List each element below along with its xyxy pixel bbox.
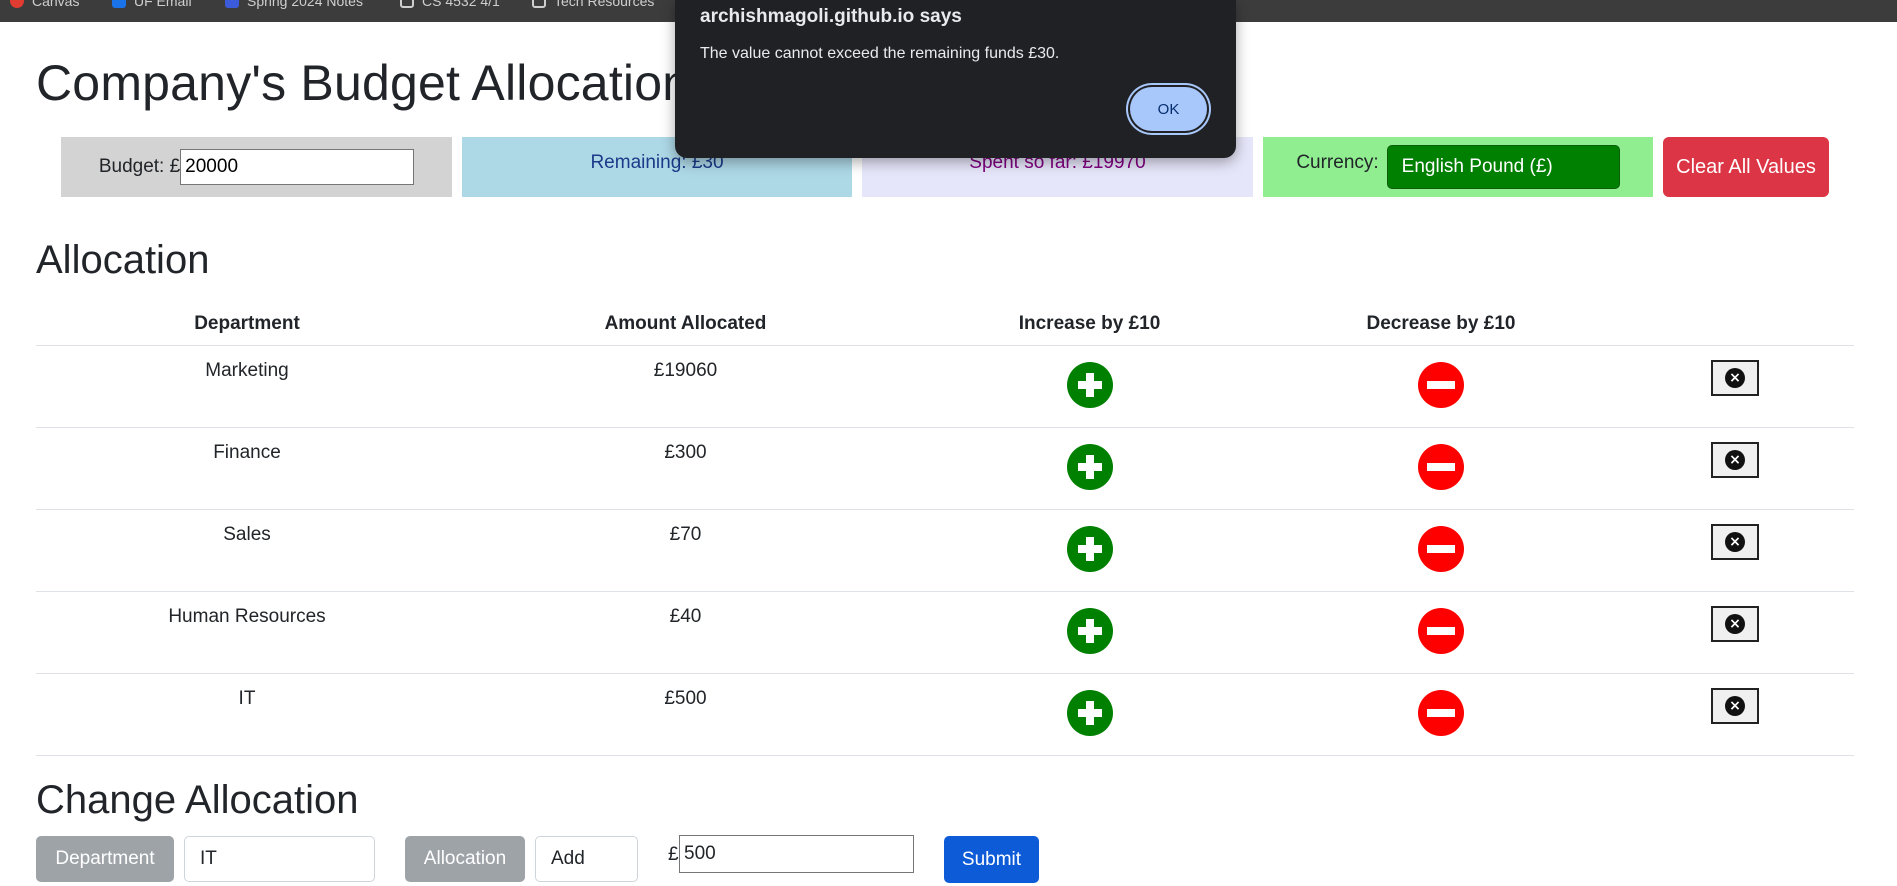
budget-input[interactable] xyxy=(180,149,415,185)
col-department: Department xyxy=(36,303,458,346)
folder-icon xyxy=(532,0,546,8)
amount-cell: £70 xyxy=(458,509,913,592)
page-title: Company's Budget Allocation xyxy=(36,55,691,111)
department-cell: IT xyxy=(36,673,458,756)
department-cell: Finance xyxy=(36,427,458,510)
minus-icon xyxy=(1427,380,1455,389)
minus-icon xyxy=(1427,544,1455,553)
budget-box: Budget: £ xyxy=(61,137,452,197)
increase-button[interactable] xyxy=(1066,607,1113,654)
table-row: Finance £300 × xyxy=(36,427,1854,510)
amount-cell: £40 xyxy=(458,591,913,674)
delete-button[interactable]: × xyxy=(1711,523,1759,560)
currency-label: Currency: xyxy=(1296,152,1379,173)
currency-select[interactable]: English Pound (£) xyxy=(1386,145,1620,189)
close-icon: × xyxy=(1725,449,1745,470)
col-amount: Amount Allocated xyxy=(458,303,913,346)
delete-button[interactable]: × xyxy=(1711,359,1759,396)
decrease-button[interactable] xyxy=(1418,607,1464,654)
close-icon: × xyxy=(1725,367,1745,388)
ok-button[interactable]: OK xyxy=(1130,87,1207,131)
delete-button[interactable]: × xyxy=(1711,605,1759,642)
currency-box: Currency: English Pound (£) xyxy=(1263,137,1653,197)
department-label: Department xyxy=(36,836,174,882)
col-delete xyxy=(1616,303,1854,346)
dialog-message: The value cannot exceed the remaining fu… xyxy=(700,45,1060,62)
minus-icon xyxy=(1427,708,1455,717)
decrease-button[interactable] xyxy=(1418,443,1464,490)
plus-icon xyxy=(1077,372,1102,397)
canvas-icon xyxy=(10,0,24,8)
table-row: IT £500 × xyxy=(36,673,1854,756)
table-row: Sales £70 × xyxy=(36,509,1854,592)
plus-icon xyxy=(1077,700,1102,725)
minus-icon xyxy=(1427,462,1455,471)
alert-dialog: archishmagoli.github.io says The value c… xyxy=(675,0,1236,158)
bookmark-tech-resources[interactable]: Tech Resources xyxy=(532,0,654,9)
dialog-title: archishmagoli.github.io says xyxy=(700,6,962,27)
minus-icon xyxy=(1427,626,1455,635)
delete-button[interactable]: × xyxy=(1711,687,1759,724)
bookmark-canvas[interactable]: Canvas xyxy=(10,0,79,9)
increase-button[interactable] xyxy=(1066,525,1113,572)
bookmark-cs-4532[interactable]: CS 4532 4/1 xyxy=(400,0,500,9)
close-icon: × xyxy=(1725,695,1745,716)
onenote-icon xyxy=(225,0,239,8)
increase-button[interactable] xyxy=(1066,361,1113,408)
amount-input[interactable]: 500 xyxy=(679,835,914,873)
plus-icon xyxy=(1077,618,1102,643)
table-row: Human Resources £40 × xyxy=(36,591,1854,674)
department-cell: Marketing xyxy=(36,345,458,428)
department-cell: Sales xyxy=(36,509,458,592)
amount-cell: £300 xyxy=(458,427,913,510)
amount-cell: £500 xyxy=(458,673,913,756)
allocation-table: Department Amount Allocated Increase by … xyxy=(36,303,1854,756)
submit-button[interactable]: Submit xyxy=(944,836,1039,883)
increase-button[interactable] xyxy=(1066,443,1113,490)
allocation-type-select[interactable]: Add xyxy=(535,836,638,882)
plus-icon xyxy=(1077,454,1102,479)
table-header-row: Department Amount Allocated Increase by … xyxy=(36,303,1854,346)
close-icon: × xyxy=(1725,531,1745,552)
department-select[interactable]: IT xyxy=(184,836,375,882)
allocation-heading: Allocation xyxy=(36,238,210,282)
plus-icon xyxy=(1077,536,1102,561)
amount-cell: £19060 xyxy=(458,345,913,428)
col-increase: Increase by £10 xyxy=(913,303,1266,346)
bookmark-uf-email[interactable]: UF Email xyxy=(112,0,192,9)
allocation-label: Allocation xyxy=(405,836,525,882)
table-row: Marketing £19060 × xyxy=(36,345,1854,428)
department-cell: Human Resources xyxy=(36,591,458,674)
clear-all-button[interactable]: Clear All Values xyxy=(1663,137,1829,197)
delete-button[interactable]: × xyxy=(1711,441,1759,478)
decrease-button[interactable] xyxy=(1418,689,1464,736)
outlook-icon xyxy=(112,0,126,8)
decrease-button[interactable] xyxy=(1418,361,1464,408)
decrease-button[interactable] xyxy=(1418,525,1464,572)
close-icon: × xyxy=(1725,613,1745,634)
change-allocation-heading: Change Allocation xyxy=(36,778,359,822)
currency-symbol: £ xyxy=(668,844,679,865)
folder-icon xyxy=(400,0,414,8)
bookmark-spring-notes[interactable]: Spring 2024 Notes xyxy=(225,0,363,9)
col-decrease: Decrease by £10 xyxy=(1266,303,1616,346)
budget-label: Budget: £ xyxy=(98,156,181,177)
increase-button[interactable] xyxy=(1066,689,1113,736)
